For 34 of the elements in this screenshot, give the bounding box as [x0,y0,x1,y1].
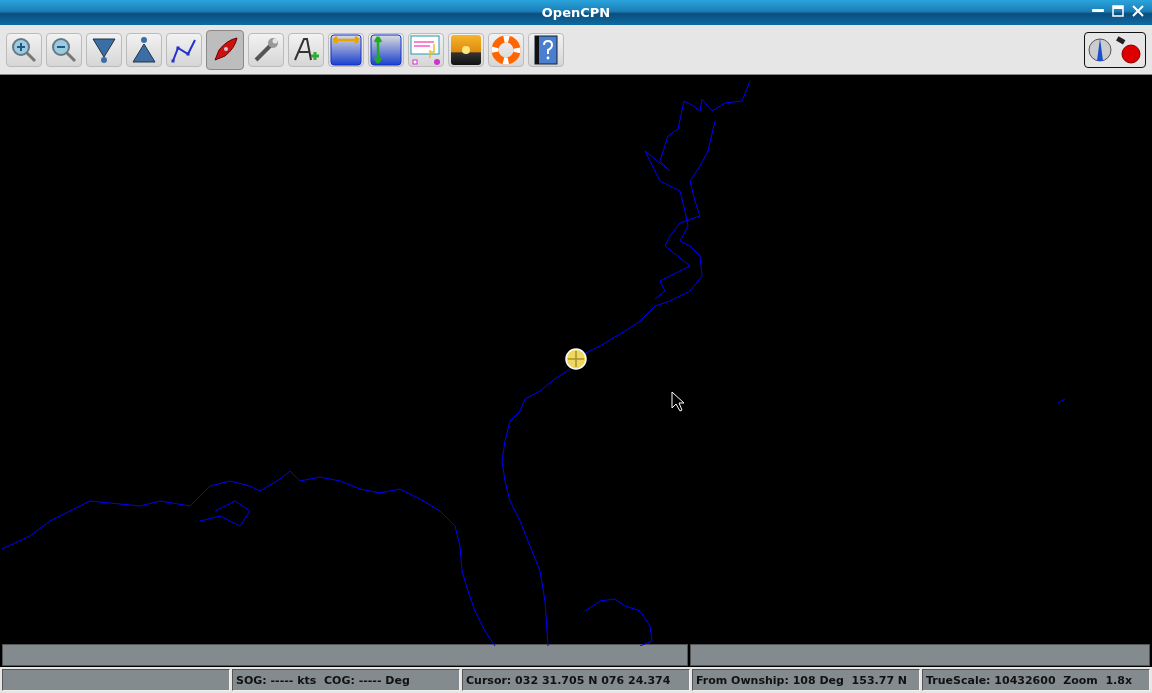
tide-icon [330,33,362,66]
gps-status-icon [1114,34,1142,65]
sunset-icon [450,33,482,66]
triangle-up-icon [131,35,157,64]
zoom-out-icon [50,35,78,64]
triangle-down-icon [91,35,117,64]
status-field: Cursor: 032 31.705 N 076 24.374 [462,669,690,691]
status-field: From Ownship: 108 Deg 153.77 N [692,669,920,691]
status-field: SOG: ----- kts COG: ----- Deg [232,669,460,691]
mouse-pointer-icon [671,391,685,412]
toolbar-button[interactable] [248,32,284,67]
lifebuoy-icon [491,34,521,65]
toolbar-button[interactable] [6,32,42,67]
boat-icon [211,35,239,64]
help-book-icon [534,34,558,65]
window-title: OpenCPN [541,5,611,20]
current-icon [370,33,402,66]
status-indicator-panel[interactable] [1084,31,1146,68]
toolbar-button[interactable] [206,29,244,70]
toolbar-button[interactable] [448,32,484,67]
toolbar-button[interactable] [126,32,162,67]
toolbar-button[interactable] [166,32,202,67]
toolbar-button[interactable] [86,32,122,67]
toolbar-button[interactable] [288,32,324,67]
toolbar-button[interactable] [368,32,404,67]
close-icon[interactable] [1132,4,1144,18]
wrench-icon [252,35,280,64]
toolbar-button[interactable] [528,32,564,67]
toolbar-button[interactable] [328,32,364,67]
zoom-in-icon [10,35,38,64]
status-field: TrueScale: 10432600 Zoom 1.8x [922,669,1150,691]
maximize-icon[interactable] [1112,4,1124,18]
ownship-icon [565,348,587,370]
chart-list-icon [410,33,442,66]
